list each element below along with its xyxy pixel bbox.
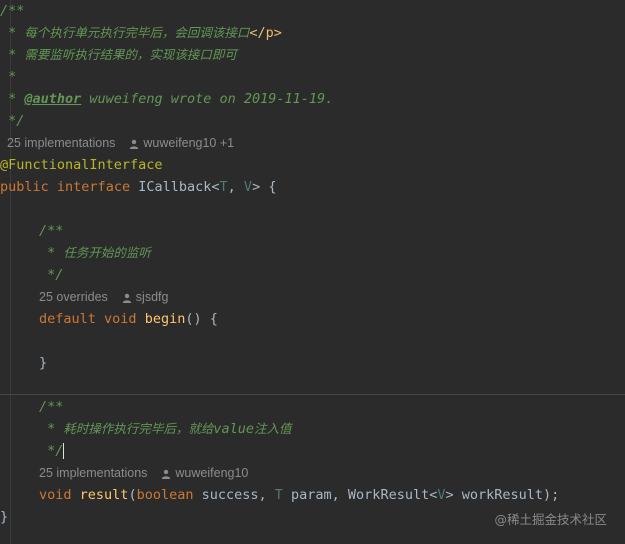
begin-usage-hint[interactable]: 25 overrides sjsdfg (39, 286, 168, 308)
author-label[interactable]: sjsdfg (136, 290, 169, 304)
doc-text: 需要监听执行结果的，实现该接口即可 (24, 47, 237, 62)
keyword-void: void (39, 487, 72, 503)
code-line[interactable]: public interface ICallback<T, V> { (0, 176, 276, 198)
doc-comment-open: /** (0, 3, 25, 19)
code-line[interactable]: @FunctionalInterface (0, 154, 163, 176)
code-line[interactable]: */ (0, 110, 24, 132)
code-line[interactable]: /** (0, 0, 24, 22)
doc-comment-open: /** (39, 399, 64, 415)
author-label[interactable]: wuweifeng10 (175, 466, 248, 480)
user-icon (130, 139, 139, 149)
doc-prefix: * (0, 69, 17, 85)
doc-code-word: value (213, 421, 255, 437)
doc-author-text: wuweifeng wrote on 2019-11-19. (81, 91, 334, 107)
type-param-v: V (437, 487, 446, 503)
code-line[interactable]: /** (0, 220, 63, 242)
doc-text: 耗时操作执行完毕后，就给 (63, 421, 214, 436)
user-icon (162, 469, 171, 479)
close-brace: } (39, 355, 48, 371)
generic-close: > (445, 487, 454, 503)
watermark: @稀土掘金技术社区 (494, 512, 607, 527)
generic-comma: , (227, 179, 244, 195)
doc-text: 任务开始的监听 (63, 245, 151, 260)
interface-name: ICallback (138, 179, 212, 195)
interface-usage-hint[interactable]: 25 implementations wuweifeng10 +1 (7, 132, 234, 154)
type-param-t: T (219, 179, 228, 195)
keyword-default: default (39, 311, 96, 327)
code-line[interactable]: * @author wuweifeng wrote on 2019-11-19. (0, 88, 333, 110)
doc-comment-close: */ (39, 267, 64, 283)
implementations-link[interactable]: 25 implementations (7, 136, 115, 150)
generic-open: < (211, 179, 220, 195)
open-brace: { (260, 179, 277, 195)
overrides-link[interactable]: 25 overrides (39, 290, 108, 304)
code-line[interactable]: */ (0, 440, 65, 462)
method-name-result: result (79, 487, 129, 503)
method-separator (0, 394, 625, 395)
param-success: success, (193, 487, 275, 503)
result-usage-hint[interactable]: 25 implementations wuweifeng10 (39, 462, 248, 484)
type-param-v: V (243, 179, 253, 195)
doc-html-tag: </p> (249, 25, 282, 41)
code-line[interactable]: } (0, 506, 8, 528)
code-line[interactable]: * 耗时操作执行完毕后，就给value注入值 (0, 418, 292, 440)
doc-prefix: * (0, 47, 25, 63)
text-caret (63, 443, 65, 459)
keyword-void: void (104, 311, 137, 327)
functional-interface-annotation: @FunctionalInterface (0, 157, 163, 173)
implementations-link[interactable]: 25 implementations (39, 466, 147, 480)
doc-prefix: * (39, 421, 64, 437)
author-label[interactable]: wuweifeng10 +1 (143, 136, 234, 150)
code-line[interactable]: default void begin() { (0, 308, 218, 330)
doc-prefix: * (39, 245, 64, 261)
keyword-boolean: boolean (136, 487, 194, 503)
param-work-result: param, WorkResult (282, 487, 430, 503)
code-line[interactable]: * 需要监听执行结果的，实现该接口即可 (0, 44, 237, 66)
generic-close: > (252, 179, 261, 195)
doc-text: 注入值 (254, 421, 292, 436)
user-icon (122, 293, 131, 303)
keyword-interface: interface (56, 179, 131, 195)
method-name-begin: begin (144, 311, 186, 327)
doc-text: 每个执行单元执行完毕后，会回调该接口 (24, 25, 250, 40)
code-line[interactable]: } (0, 352, 47, 374)
code-line[interactable]: * (0, 66, 16, 88)
doc-comment-close: */ (0, 113, 25, 129)
type-param-t: T (274, 487, 283, 503)
doc-comment-close: */ (39, 443, 64, 459)
doc-comment-open: /** (39, 223, 64, 239)
code-line[interactable]: * 任务开始的监听 (0, 242, 151, 264)
doc-author-tag: @author (24, 91, 82, 107)
code-line[interactable]: */ (0, 264, 63, 286)
code-line[interactable]: * 每个执行单元执行完毕后，会回调该接口</p> (0, 22, 282, 44)
doc-prefix: * (0, 91, 25, 107)
doc-prefix: * (0, 25, 25, 41)
close-brace: } (0, 509, 9, 525)
code-line[interactable]: void result(boolean success, T param, Wo… (0, 484, 559, 506)
paren-open: ( (128, 487, 137, 503)
code-line[interactable]: /** (0, 396, 63, 418)
method-params: () { (185, 311, 218, 327)
keyword-public: public (0, 179, 49, 195)
param-end: workResult); (453, 487, 560, 503)
